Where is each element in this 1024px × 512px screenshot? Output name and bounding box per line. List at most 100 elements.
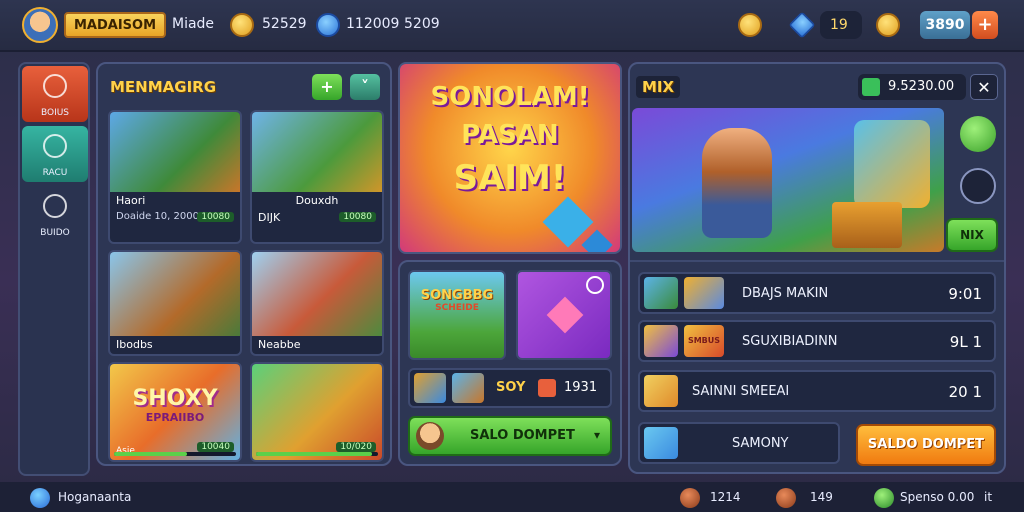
gem-count-a: 112009 xyxy=(346,16,400,32)
row-thumb xyxy=(644,427,678,459)
hero-character xyxy=(702,128,772,238)
row-logo: SMBUS xyxy=(684,325,724,357)
mix-panel: MIX 9.5230.00 ✕ NIX xyxy=(628,62,1006,474)
reward-row[interactable]: SMBUS SGUXIBIADINN 9L 1 xyxy=(638,320,996,362)
gold-balance: 3890 xyxy=(920,11,970,39)
card-tag: 10080 xyxy=(197,212,234,222)
salo-dompet-button[interactable]: SALO DOMPET ▾ xyxy=(408,416,612,456)
chest-icon xyxy=(538,379,556,397)
gold-coin-icon[interactable] xyxy=(876,13,900,37)
reward-row[interactable]: DBAJS MAKIN 9:01 xyxy=(638,272,996,314)
top-bar: MADAISOM Miade 52529 112009 5209 19 3890… xyxy=(0,0,1024,52)
card-tag: 10080 xyxy=(339,212,376,222)
chest-icon xyxy=(776,488,796,508)
mini-row[interactable]: SOY 1931 xyxy=(408,368,612,408)
side-nav: BOIUS RACU BUIDO xyxy=(18,62,90,476)
saldo-dompet-button[interactable]: SALDO DOMPET xyxy=(856,424,996,466)
gem-count-b: 5209 xyxy=(404,16,440,32)
collapse-button[interactable]: ˅ xyxy=(350,74,380,100)
event-card[interactable]: SHOXY EPRAIIBO Asie 10040 xyxy=(108,362,242,462)
row-name: SGUXIBIADINN xyxy=(742,334,838,349)
character-card[interactable]: Ibodbs xyxy=(108,250,242,356)
chest-icon xyxy=(680,488,700,508)
player-avatar[interactable] xyxy=(22,7,58,43)
character-art xyxy=(252,252,382,336)
promo-banner[interactable]: SONOLAM! PASAN SAIM! xyxy=(398,62,622,254)
add-currency-button[interactable]: + xyxy=(972,11,998,39)
row-value: 9L 1 xyxy=(949,333,982,351)
card-tag: 10/020 xyxy=(336,442,376,452)
thumb xyxy=(452,373,484,403)
check-icon xyxy=(874,488,894,508)
nav-label: BOIUS xyxy=(40,108,70,118)
globe-icon[interactable] xyxy=(30,488,50,508)
nav-item-bonus[interactable]: BOIUS xyxy=(22,66,88,122)
card-caption-sub: Douxdh xyxy=(295,194,339,207)
info-icon[interactable] xyxy=(586,276,604,294)
character-card[interactable]: Neabbe xyxy=(250,250,384,356)
nav-label: RACU xyxy=(42,168,68,178)
row-name: DBAJS MAKIN xyxy=(742,286,829,301)
reward-row[interactable]: SAMONY xyxy=(638,422,840,464)
stat-1: 1214 xyxy=(710,490,741,504)
treasure-box xyxy=(854,120,930,208)
character-card[interactable]: Haori 10080 Doaide 10, 20000 xyxy=(108,110,242,244)
add-button[interactable]: + xyxy=(312,74,342,100)
shop-logo: SONGBBG xyxy=(420,288,494,303)
card-tag: 10040 xyxy=(197,442,234,452)
green-orb-button[interactable] xyxy=(960,116,996,152)
thumb xyxy=(414,373,446,403)
row-name: SAMONY xyxy=(732,436,789,451)
panel-title: MENMAGIRG xyxy=(110,78,217,96)
target-icon xyxy=(43,74,67,98)
row-thumb xyxy=(644,375,678,407)
bottom-bar: Hoganaanta 1214 149 Spenso 0.00 it xyxy=(0,482,1024,512)
nav-item-race[interactable]: RACU xyxy=(22,126,88,182)
character-art xyxy=(110,252,240,336)
progress-bar xyxy=(114,452,236,456)
shop-logo-sub: SCHEIDE xyxy=(435,303,479,313)
close-button[interactable]: ✕ xyxy=(970,74,998,100)
hero-showcase xyxy=(632,108,944,252)
gem-icon xyxy=(316,13,340,37)
download-coin-icon[interactable] xyxy=(738,13,762,37)
event-logo-sub: EPRAIIBO xyxy=(145,411,205,424)
gem-decoration xyxy=(581,229,613,252)
progress-fill xyxy=(114,452,188,456)
coin-count: 52529 xyxy=(262,16,307,32)
bottom-left-label: Hoganaanta xyxy=(58,490,132,504)
character-card[interactable]: 10/020 xyxy=(250,362,384,462)
reward-row[interactable]: SAINNI SMEEAI 20 1 xyxy=(638,370,996,412)
counter-pill: 19 xyxy=(820,11,862,39)
coin-icon xyxy=(230,13,254,37)
gem-item-card[interactable] xyxy=(516,270,612,360)
nav-item-build[interactable]: BUIDO xyxy=(22,186,88,242)
row-thumb xyxy=(644,325,678,357)
shop-item-card[interactable]: SONGBBG SCHEIDE xyxy=(408,270,506,360)
card-caption: Ibodbs xyxy=(116,338,153,351)
chevron-down-icon: ▾ xyxy=(593,428,600,442)
button-label: SALO DOMPET xyxy=(470,428,575,443)
player-name-badge[interactable]: MADAISOM xyxy=(64,12,167,38)
nix-button[interactable]: NIX xyxy=(946,218,998,252)
character-card[interactable]: Douxdh DIJK 10080 xyxy=(250,110,384,244)
row-thumb xyxy=(644,277,678,309)
shield-gem-icon xyxy=(788,11,816,39)
calendar-icon[interactable] xyxy=(960,168,996,204)
character-art xyxy=(252,112,382,192)
progress-fill xyxy=(256,452,372,456)
mini-value: 1931 xyxy=(564,380,598,395)
stat-3: Spenso 0.00 xyxy=(900,490,975,504)
cash-icon xyxy=(862,78,880,96)
card-caption: Haori xyxy=(116,194,146,207)
row-name: SAINNI SMEEAI xyxy=(692,384,790,399)
panel-title: MIX xyxy=(636,76,681,98)
divider xyxy=(630,260,1004,262)
shop-panel: SONGBBG SCHEIDE SOY 1931 SALO DOMPET ▾ xyxy=(398,260,622,466)
collection-panel: MENMAGIRG + ˅ Haori 10080 Doaide 10, 200… xyxy=(96,62,392,466)
row-value: 20 1 xyxy=(948,383,982,401)
stat-3-suffix: it xyxy=(984,490,993,504)
nav-label: BUIDO xyxy=(40,228,70,238)
ring-icon xyxy=(43,134,67,158)
mode-label: Miade xyxy=(172,16,215,32)
